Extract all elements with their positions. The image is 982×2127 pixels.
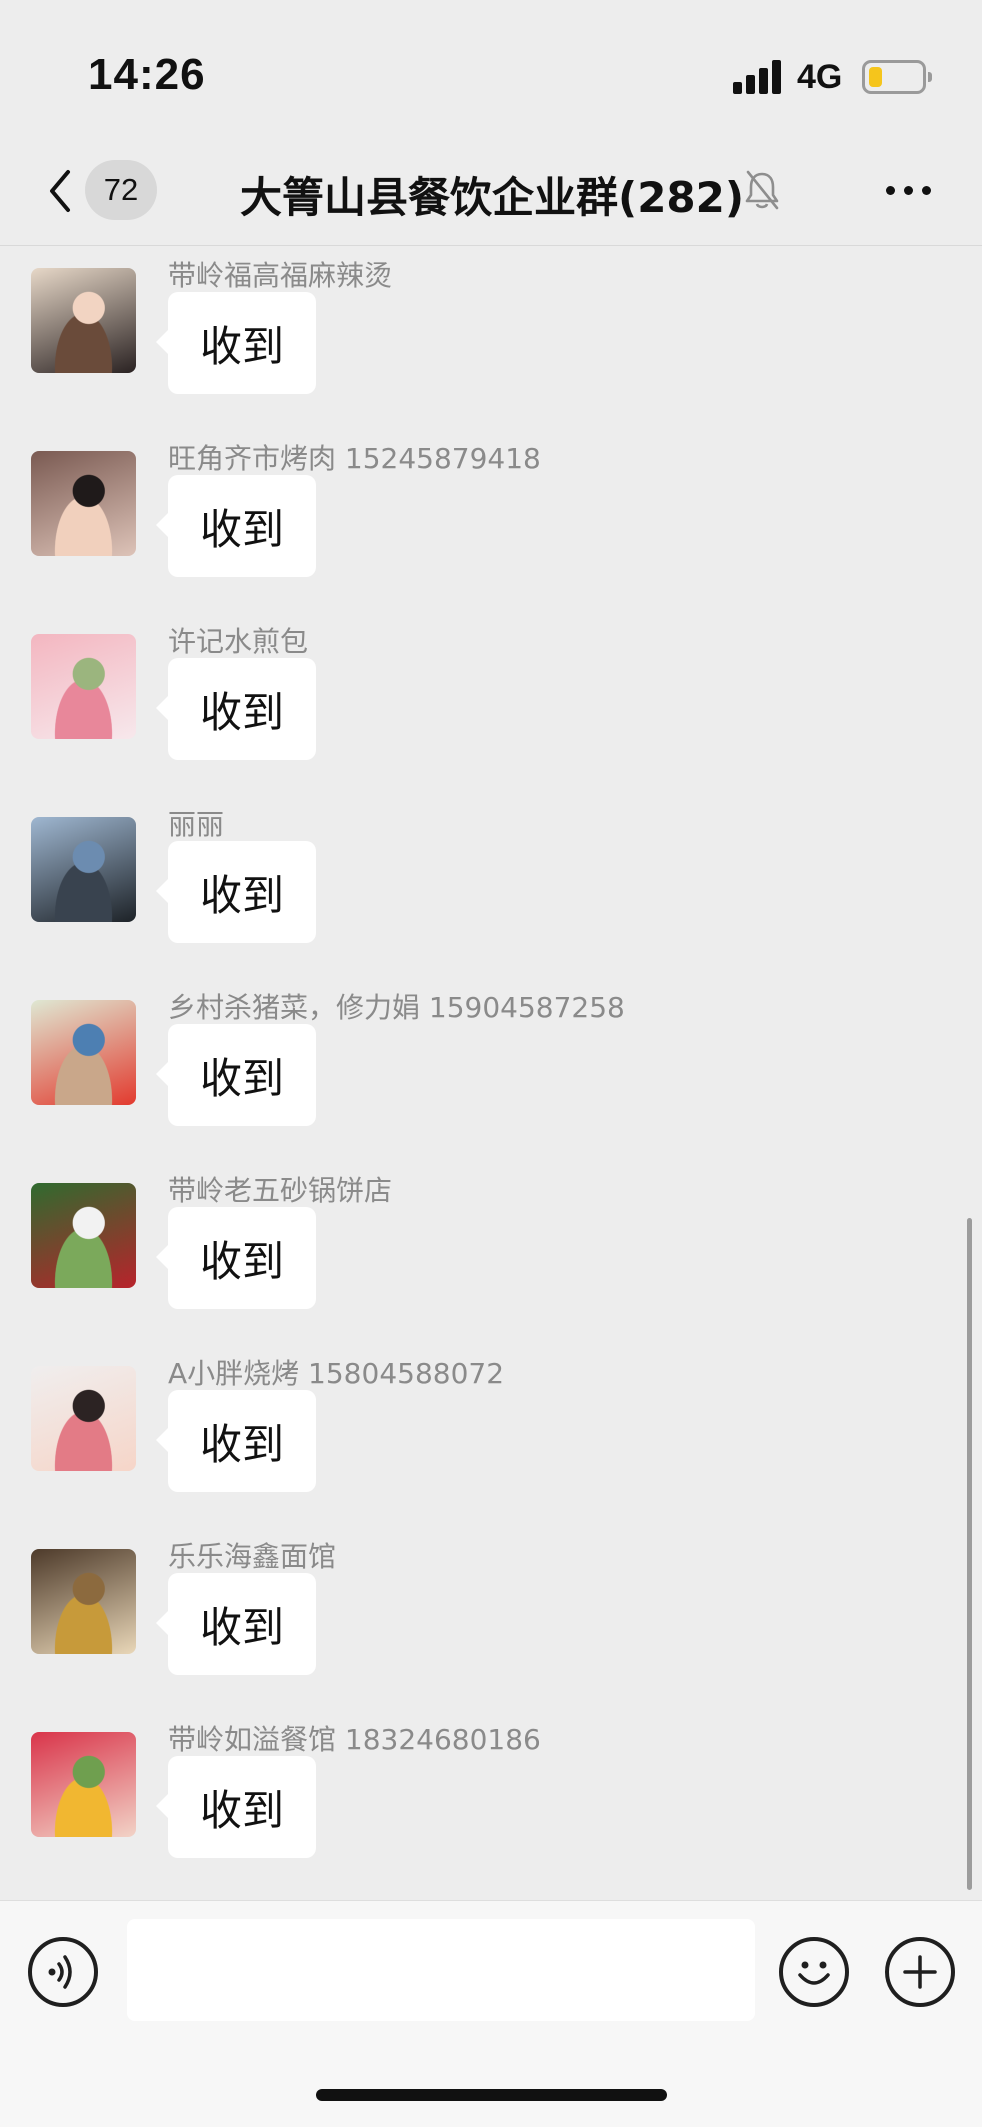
message-bubble[interactable]: 收到	[156, 1390, 316, 1492]
message-item: 带岭福高福麻辣烫 收到	[0, 252, 982, 422]
message-bubble[interactable]: 收到	[156, 292, 316, 394]
avatar[interactable]	[31, 817, 136, 922]
avatar[interactable]	[31, 268, 136, 373]
scrollbar[interactable]	[967, 1218, 972, 1890]
avatar[interactable]	[31, 1366, 136, 1471]
sender-name: 旺角齐市烤肉 15245879418	[168, 442, 541, 475]
message-bubble[interactable]: 收到	[156, 1207, 316, 1309]
plus-icon	[903, 1955, 937, 1989]
chat-title: 大箐山县餐饮企业群(282)	[240, 173, 745, 222]
message-bubble[interactable]: 收到	[156, 658, 316, 760]
sender-name: A小胖烧烤 15804588072	[168, 1357, 505, 1390]
message-item: 旺角齐市烤肉 15245879418 收到	[0, 435, 982, 605]
avatar[interactable]	[31, 1549, 136, 1654]
message-item: 乡村杀猪菜，修力娟 15904587258 收到	[0, 984, 982, 1154]
battery-icon	[862, 60, 932, 94]
sender-name: 许记水煎包	[168, 625, 309, 658]
chat-header: 72 大箐山县餐饮企业群(282)	[0, 140, 982, 246]
plus-button[interactable]	[885, 1937, 955, 2007]
smiley-icon	[798, 1961, 830, 1985]
message-bubble[interactable]: 收到	[156, 1024, 316, 1126]
message-bubble[interactable]: 收到	[156, 1756, 316, 1858]
unread-count-badge[interactable]: 72	[85, 160, 157, 220]
sender-name: 乐乐海鑫面馆	[168, 1540, 337, 1573]
message-bubble[interactable]: 收到	[156, 475, 316, 577]
avatar[interactable]	[31, 1000, 136, 1105]
back-icon[interactable]	[42, 166, 82, 216]
message-input[interactable]	[127, 1919, 755, 2021]
home-indicator[interactable]	[316, 2089, 667, 2101]
network-type: 4G	[797, 58, 843, 96]
message-bubble[interactable]: 收到	[156, 841, 316, 943]
sender-name: 丽丽	[168, 808, 225, 841]
message-item: 许记水煎包 收到	[0, 618, 982, 788]
battery-fill	[869, 67, 882, 87]
message-item: 带岭如溢餐馆 18324680186 收到	[0, 1716, 982, 1886]
signal-icon	[733, 60, 785, 94]
sender-name: 带岭老五砂锅饼店	[168, 1174, 393, 1207]
sender-name: 带岭福高福麻辣烫	[168, 259, 393, 292]
sender-name: 乡村杀猪菜，修力娟 15904587258	[168, 991, 625, 1024]
voice-icon	[48, 1955, 72, 1989]
message-item: 带岭老五砂锅饼店 收到	[0, 1167, 982, 1337]
more-icon[interactable]	[884, 182, 934, 198]
message-item: 乐乐海鑫面馆 收到	[0, 1533, 982, 1703]
message-item: A小胖烧烤 15804588072 收到	[0, 1350, 982, 1520]
emoji-button[interactable]	[779, 1937, 849, 2007]
bell-slash-icon	[745, 170, 779, 210]
message-bubble[interactable]: 收到	[156, 1573, 316, 1675]
voice-button[interactable]	[28, 1937, 98, 2007]
avatar[interactable]	[31, 451, 136, 556]
sender-name: 带岭如溢餐馆 18324680186	[168, 1723, 541, 1756]
avatar[interactable]	[31, 1732, 136, 1837]
avatar[interactable]	[31, 1183, 136, 1288]
status-time: 14:26	[88, 50, 206, 99]
avatar[interactable]	[31, 634, 136, 739]
message-item: 丽丽 收到	[0, 801, 982, 971]
status-bar: 14:26 4G	[0, 0, 982, 140]
